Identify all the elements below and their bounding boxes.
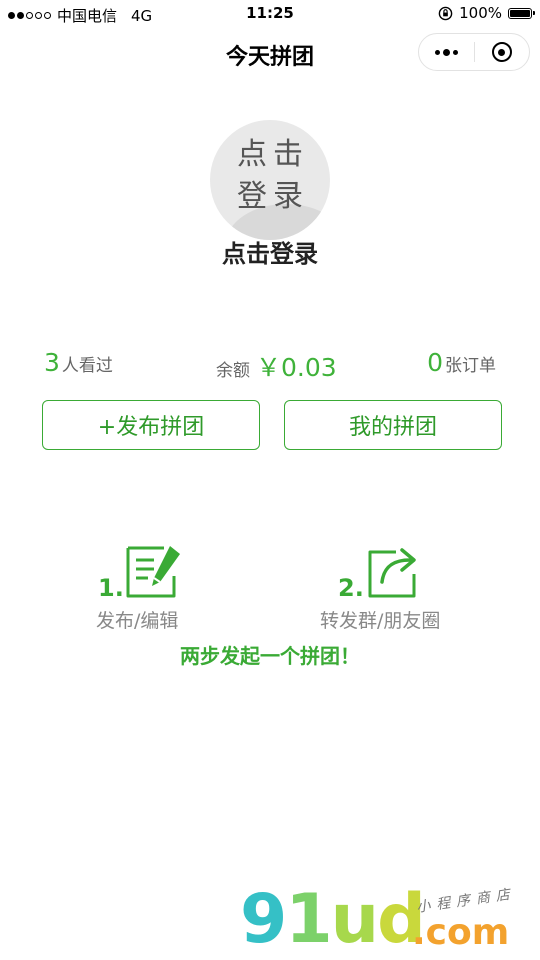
publish-group-buy-button[interactable]: +发布拼团: [42, 400, 260, 450]
stat-balance: 余额 ￥0.03: [216, 348, 337, 384]
avatar-text-line1: 点击: [237, 137, 309, 172]
share-forward-icon: [368, 548, 416, 598]
views-count: 3: [44, 348, 60, 377]
battery-icon: [508, 7, 535, 19]
balance-value: ￥0.03: [256, 353, 337, 382]
watermark-logo: 91ud 小程序商店 .com: [240, 884, 530, 956]
steps-caption: 两步发起一个拼团！: [180, 644, 360, 668]
login-avatar[interactable]: 点击 登录: [210, 120, 330, 240]
balance-label: 余额: [216, 361, 250, 381]
step-publish: 1. 发布/编辑: [90, 540, 270, 636]
more-button[interactable]: [419, 34, 474, 70]
step-number: 2.: [338, 574, 364, 602]
capsule-close-icon: [491, 42, 512, 62]
orders-count: 0: [427, 348, 443, 377]
stat-views: 3 人看过: [44, 348, 113, 377]
close-miniprogram-button[interactable]: [474, 34, 529, 70]
orders-label: 张订单: [445, 356, 496, 376]
menu-capsule: [418, 33, 530, 71]
stat-orders: 0 张订单: [427, 348, 496, 377]
battery-percent: 100%: [459, 4, 502, 22]
step-label: 发布/编辑: [96, 610, 179, 632]
step-label: 转发群/朋友圈: [320, 610, 441, 632]
edit-document-icon: [126, 546, 180, 598]
more-dots-icon: [434, 48, 458, 56]
step-share: 2. 转发群/朋友圈: [316, 540, 496, 636]
nav-bar: 今天拼团: [0, 28, 540, 80]
status-right: 100%: [438, 4, 535, 22]
views-label: 人看过: [61, 356, 113, 376]
watermark-logo-text: 91ud: [240, 880, 426, 959]
watermark-domain: .com: [412, 912, 510, 953]
status-bar: 中国电信 4G 11:25 100%: [0, 0, 540, 28]
orientation-lock-icon: [438, 6, 453, 20]
avatar-text: 点击 登录: [210, 134, 330, 218]
my-group-buys-button[interactable]: 我的拼团: [284, 400, 502, 450]
step-number: 1.: [98, 574, 124, 602]
avatar-text-line2: 登录: [237, 179, 309, 214]
login-label[interactable]: 点击登录: [0, 234, 540, 269]
